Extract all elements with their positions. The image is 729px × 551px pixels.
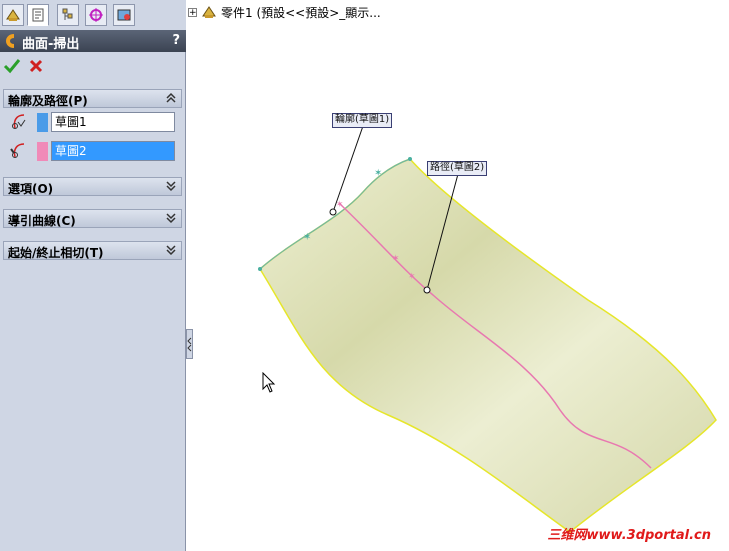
sweep-surface-preview: ✶ ✶ ✶ ✶ ✶ (258, 125, 717, 533)
callout-anchor-profile (329, 208, 337, 216)
path-icon (10, 143, 25, 158)
callout-anchor-path (423, 286, 431, 294)
tab-dimxpert-manager[interactable] (85, 4, 107, 26)
feature-tree-flyout: + 零件1 (預設<<預設>_顯示... (188, 3, 381, 21)
profile-color-swatch (37, 113, 48, 132)
feature-manager-icon (6, 9, 20, 21)
cancel-button[interactable] (27, 57, 47, 77)
ok-cancel-bar (0, 53, 186, 81)
section-title: 輪廓及路徑(P) (8, 94, 88, 108)
help-button[interactable]: ? (172, 33, 180, 48)
chevron-down-icon (166, 181, 176, 192)
sweep-surface-icon (6, 34, 15, 48)
path-row: 草圖2 (3, 139, 182, 163)
callout-path-label[interactable]: 路徑(草圖2) (427, 161, 488, 176)
surface-body[interactable] (259, 158, 717, 533)
property-manager-panel: 曲面-掃出 ? 輪廓及路徑(P) 草圖1 草圖2 選項(O) 導引曲線(C) 起… (0, 0, 186, 551)
section-guide-curves-header[interactable]: 導引曲線(C) (3, 209, 182, 228)
manager-tab-bar (0, 0, 186, 30)
section-profile-path-body: 草圖1 草圖2 (3, 109, 182, 169)
part-name-label[interactable]: 零件1 (預設<<預設>_顯示... (221, 4, 381, 21)
chevron-up-icon (166, 92, 176, 103)
feature-title-bar: 曲面-掃出 ? (0, 30, 186, 52)
control-point-marker: ✶ (303, 232, 311, 243)
configuration-manager-icon (62, 8, 73, 20)
control-point-marker: ✶ (374, 168, 382, 179)
profile-row: 草圖1 (3, 110, 182, 134)
tab-display-manager[interactable] (113, 4, 135, 26)
profile-icon (12, 114, 26, 129)
path-selection-field[interactable]: 草圖2 (51, 141, 175, 161)
profile-endpoint (408, 157, 412, 161)
checkmark-icon (3, 59, 21, 74)
callout-profile-label[interactable]: 輪廓(草圖1) (332, 113, 393, 128)
chevron-down-icon (166, 213, 176, 224)
tree-expand-toggle[interactable]: + (188, 7, 197, 17)
section-title: 起始/終止相切(T) (8, 246, 104, 260)
section-options-header[interactable]: 選項(O) (3, 177, 182, 196)
section-title: 選項(O) (8, 182, 54, 196)
path-point-marker: ✶ (408, 272, 416, 282)
x-icon (29, 59, 43, 73)
section-tangency-header[interactable]: 起始/終止相切(T) (3, 241, 182, 260)
section-profile-path-header[interactable]: 輪廓及路徑(P) (3, 89, 182, 108)
graphics-viewport[interactable]: ✶ ✶ ✶ ✶ ✶ 輪廓(草圖1) 路徑(草圖2) (188, 0, 729, 551)
display-manager-icon (117, 9, 131, 21)
tab-property-manager[interactable] (27, 4, 49, 26)
tab-configuration-manager[interactable] (57, 4, 79, 26)
ok-button[interactable] (3, 57, 23, 77)
feature-title: 曲面-掃出 (22, 37, 80, 52)
chevron-down-icon (166, 245, 176, 256)
profile-selection-field[interactable]: 草圖1 (51, 112, 175, 132)
section-title: 導引曲線(C) (8, 214, 76, 228)
profile-endpoint (258, 267, 262, 271)
property-manager-icon (32, 8, 44, 22)
part-icon (202, 6, 216, 18)
path-point-marker: ✶ (392, 254, 400, 264)
tab-feature-manager[interactable] (2, 4, 24, 26)
dimxpert-manager-icon (89, 8, 103, 22)
watermark: 三维网www.3dportal.cn (547, 528, 711, 543)
mouse-cursor-icon (262, 372, 276, 393)
path-color-swatch (37, 142, 48, 161)
